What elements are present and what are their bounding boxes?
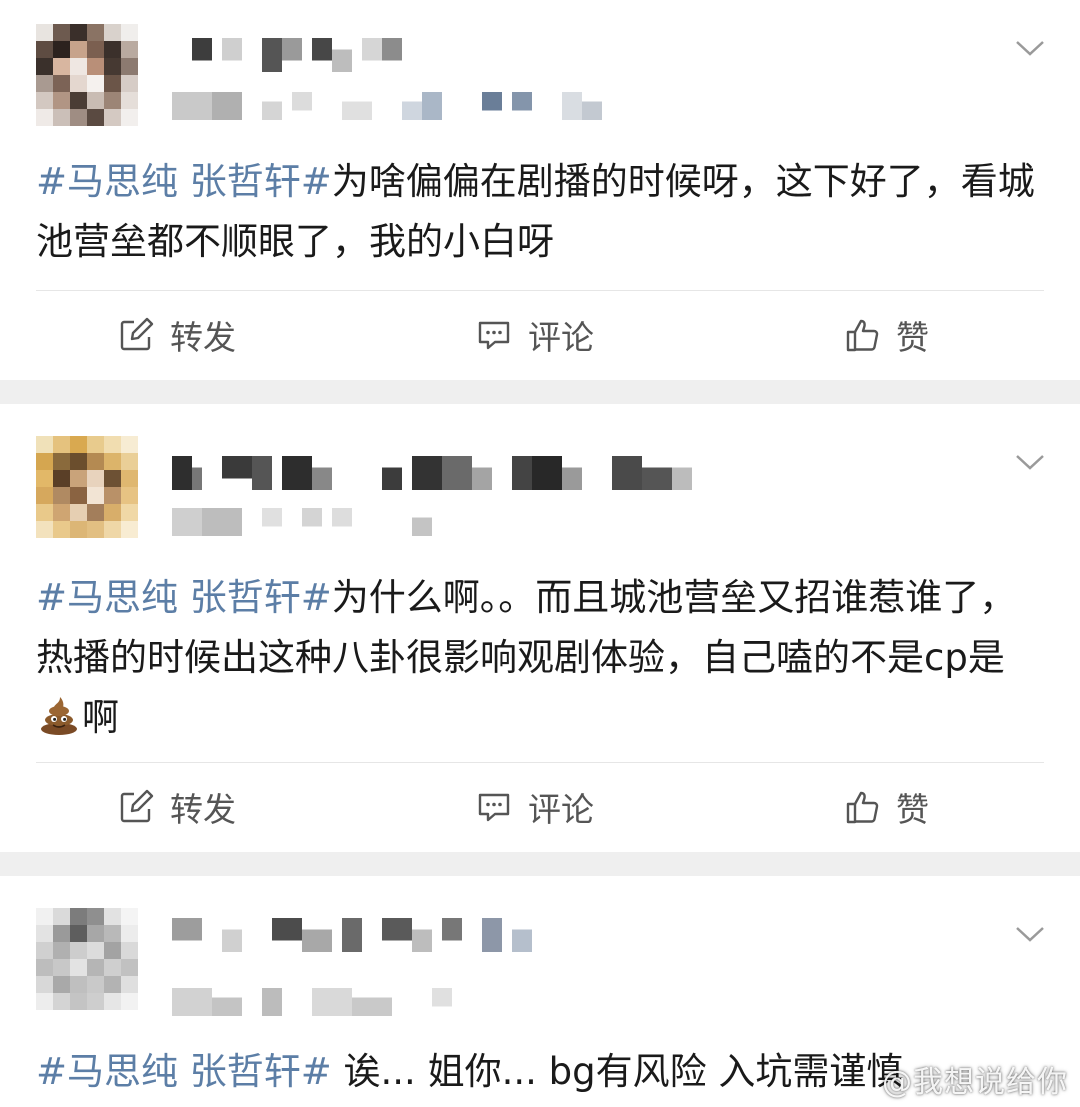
post-card: #马思纯 张哲轩#为啥偏偏在剧播的时候呀，这下好了，看城池营垒都不顺眼了，我的小… [0, 0, 1080, 380]
avatar[interactable] [36, 24, 138, 126]
repost-button[interactable]: 转发 [118, 762, 236, 852]
poop-emoji-icon [38, 694, 80, 736]
username-blurred[interactable] [172, 38, 402, 72]
post-body-end: 啊 [82, 696, 119, 739]
timestamp-blurred [172, 92, 612, 120]
like-button[interactable]: 赞 [844, 762, 929, 852]
thumbs-up-icon [844, 789, 880, 825]
repost-button[interactable]: 转发 [118, 290, 236, 380]
card-separator [0, 852, 1080, 876]
avatar[interactable] [36, 908, 138, 1010]
comment-label: 评论 [528, 790, 594, 829]
timestamp-blurred [172, 508, 432, 536]
edit-square-icon [118, 789, 154, 825]
edit-square-icon [118, 317, 154, 353]
like-label: 赞 [896, 790, 929, 829]
comment-button[interactable]: 评论 [476, 290, 594, 380]
comment-button[interactable]: 评论 [476, 762, 594, 852]
weibo-feed: #马思纯 张哲轩#为啥偏偏在剧播的时候呀，这下好了，看城池营垒都不顺眼了，我的小… [0, 0, 1080, 1107]
post-body: 诶... 姐你... bg有风险 入坑需谨慎 [331, 1050, 904, 1093]
post-text: #马思纯 张哲轩#为什么啊。。而且城池营垒又招谁惹谁了，热播的时候出这种八卦很影… [36, 568, 1046, 748]
post-card: #马思纯 张哲轩# 诶... 姐你... bg有风险 入坑需谨慎 @我想说给你 [0, 876, 1080, 1107]
comment-label: 评论 [528, 318, 594, 357]
comment-bubble-icon [476, 789, 512, 825]
repost-label: 转发 [170, 318, 236, 357]
like-label: 赞 [896, 318, 929, 357]
chevron-down-icon[interactable] [1014, 38, 1046, 58]
action-bar: 转发 评论 赞 [0, 290, 1080, 380]
thumbs-up-icon [844, 317, 880, 353]
post-text: #马思纯 张哲轩#为啥偏偏在剧播的时候呀，这下好了，看城池营垒都不顺眼了，我的小… [36, 152, 1046, 272]
avatar[interactable] [36, 436, 138, 538]
card-separator [0, 380, 1080, 404]
topic-link[interactable]: #马思纯 张哲轩# [36, 1050, 332, 1093]
chevron-down-icon[interactable] [1014, 924, 1046, 944]
username-blurred[interactable] [172, 456, 712, 490]
like-button[interactable]: 赞 [844, 290, 929, 380]
timestamp-blurred [172, 988, 472, 1016]
chevron-down-icon[interactable] [1014, 452, 1046, 472]
topic-link[interactable]: #马思纯 张哲轩# [36, 576, 332, 619]
username-blurred[interactable] [172, 918, 542, 952]
repost-label: 转发 [170, 790, 236, 829]
watermark: @我想说给你 [882, 1065, 1068, 1100]
topic-link[interactable]: #马思纯 张哲轩# [36, 160, 332, 203]
action-bar: 转发 评论 赞 [0, 762, 1080, 852]
comment-bubble-icon [476, 317, 512, 353]
post-card: #马思纯 张哲轩#为什么啊。。而且城池营垒又招谁惹谁了，热播的时候出这种八卦很影… [0, 404, 1080, 852]
